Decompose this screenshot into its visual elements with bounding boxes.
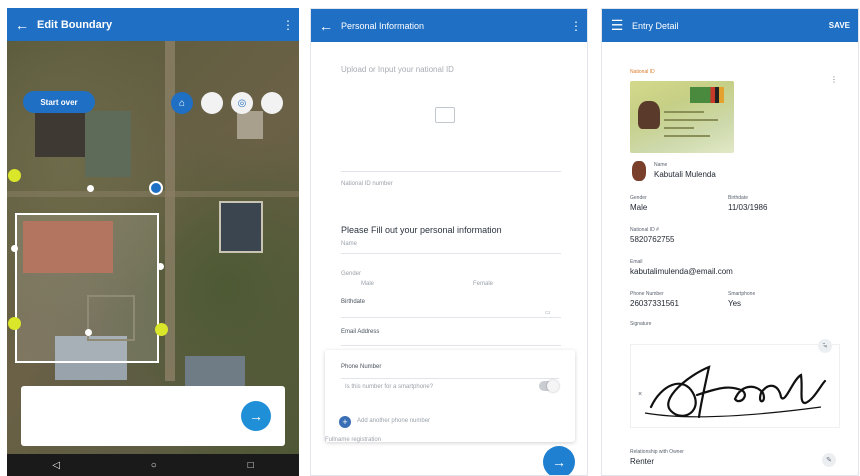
circle-icon[interactable]	[201, 92, 223, 114]
name-field[interactable]: Name	[341, 241, 357, 247]
boundary-polygon[interactable]	[15, 213, 159, 363]
nav-back-icon[interactable]: ◁	[52, 460, 60, 471]
screen-title: Edit Boundary	[37, 18, 113, 31]
more-vert-icon[interactable]: ⋮	[565, 19, 587, 33]
flag-emblem	[690, 87, 724, 103]
edit-pencil-icon[interactable]: ✎	[822, 453, 836, 467]
nav-home-icon[interactable]: ○	[151, 460, 157, 471]
building-roof	[87, 295, 135, 341]
boundary-vertex[interactable]	[87, 185, 94, 192]
start-over-button[interactable]: Start over	[23, 91, 95, 113]
email-value: kabutalimulenda@email.com	[630, 267, 733, 276]
phone-field-underline	[341, 378, 559, 379]
divider	[341, 171, 561, 172]
personal-information-screen: ← Personal Information ⋮ Upload or Input…	[310, 8, 588, 476]
phone-number-value: 26037331561	[630, 299, 679, 308]
boundary-corner-handle[interactable]	[8, 317, 21, 330]
upload-id-label: Upload or Input your national ID	[341, 65, 454, 74]
building-roof	[23, 221, 113, 273]
add-phone-link[interactable]: Add another phone number	[357, 418, 430, 424]
calendar-icon[interactable]: ▭	[545, 309, 551, 316]
birthdate-field-underline	[341, 317, 561, 318]
national-id-card-image[interactable]	[630, 81, 734, 153]
target-icon[interactable]: ◎	[231, 92, 253, 114]
system-nav-bar: ◁ ○ □	[7, 454, 299, 476]
boundary-corner-handle[interactable]	[8, 169, 21, 182]
building-roof	[185, 356, 245, 386]
back-arrow-icon[interactable]: ←	[311, 18, 341, 34]
name-field-underline	[341, 253, 561, 254]
more-vert-icon[interactable]: ⋮	[277, 18, 299, 32]
smartphone-toggle[interactable]	[539, 380, 559, 392]
gender-label: Gender	[630, 195, 647, 201]
more-vert-icon[interactable]: ⋮	[830, 75, 838, 84]
id-text-line	[664, 135, 710, 137]
signature-box[interactable]	[630, 344, 840, 428]
gender-label: Gender	[341, 271, 362, 277]
id-text-line	[664, 119, 718, 121]
name-value: Kabutali Mulenda	[654, 170, 716, 179]
close-icon[interactable]: ×	[638, 391, 642, 398]
id-text-line	[664, 111, 704, 113]
back-arrow-icon[interactable]: ←	[7, 17, 37, 33]
signature-image	[644, 365, 827, 419]
id-photo	[638, 101, 660, 129]
email-label: Email	[630, 259, 643, 265]
phone-field[interactable]: Phone Number	[341, 364, 381, 370]
building-roof	[237, 111, 263, 139]
edit-boundary-screen: ← Edit Boundary ⋮ Start over ⌂ ◎ → ◁ ○ □	[7, 8, 299, 476]
boundary-vertex[interactable]	[11, 245, 18, 252]
circle-icon[interactable]	[261, 92, 283, 114]
boundary-vertex[interactable]	[85, 329, 92, 336]
phone-number-card: Phone Number Is this number for a smartp…	[325, 350, 575, 442]
email-field[interactable]: Email Address	[341, 329, 379, 335]
arrow-right-icon[interactable]: →	[543, 446, 575, 475]
smartphone-label: Smartphone	[728, 291, 756, 297]
section-heading: Please Fill out your personal informatio…	[341, 225, 502, 235]
save-button[interactable]: SAVE	[829, 21, 850, 30]
birthdate-field[interactable]: Birthdate	[341, 299, 365, 305]
boundary-vertex[interactable]	[157, 263, 164, 270]
id-text-line	[664, 127, 694, 129]
birthdate-label: Birthdate	[728, 195, 749, 201]
add-icon[interactable]: +	[339, 416, 351, 428]
boundary-corner-handle[interactable]	[155, 323, 168, 336]
building-roof	[85, 111, 131, 177]
home-icon[interactable]: ⌂	[171, 92, 193, 114]
bottom-info-card: →	[21, 386, 285, 446]
photo-upload-icon[interactable]	[435, 107, 455, 123]
national-id-label: National ID	[630, 69, 655, 75]
name-label: Name	[654, 162, 668, 168]
birthdate-value: 11/03/1986	[728, 203, 768, 212]
screen-title: Personal Information	[341, 20, 425, 31]
relationship-value: Renter	[630, 457, 655, 466]
national-id-field-label: National ID number	[341, 181, 393, 187]
gender-option-male[interactable]: Male	[361, 281, 374, 287]
signature-label: Signature	[630, 321, 652, 327]
nav-recents-icon[interactable]: □	[248, 460, 254, 471]
gender-value: Male	[630, 203, 648, 212]
email-field-underline	[341, 345, 561, 346]
relationship-label: Relationship with Owner	[630, 449, 684, 455]
app-bar: ← Personal Information ⋮	[311, 9, 587, 42]
boundary-corner-handle-selected[interactable]	[149, 181, 163, 195]
smartphone-value: Yes	[728, 299, 742, 308]
arrow-right-icon[interactable]: →	[241, 401, 271, 431]
app-bar: ← Edit Boundary ⋮	[7, 8, 299, 41]
menu-icon[interactable]: ☰	[602, 17, 632, 34]
screen-title: Entry Detail	[632, 20, 679, 31]
footer-note: Fullname registration	[325, 437, 382, 443]
national-id-number-value: 5820762755	[630, 235, 675, 244]
national-id-number-label: National ID #	[630, 227, 659, 233]
gender-option-female[interactable]: Female	[473, 281, 493, 287]
app-bar: ☰ Entry Detail SAVE	[602, 9, 858, 42]
entry-detail-screen: ☰ Entry Detail SAVE National ID ⋮ Name K…	[601, 8, 859, 476]
smartphone-question: Is this number for a smartphone?	[345, 384, 434, 390]
phone-number-label: Phone Number	[630, 291, 664, 297]
building-roof	[219, 201, 263, 253]
avatar	[632, 161, 646, 181]
